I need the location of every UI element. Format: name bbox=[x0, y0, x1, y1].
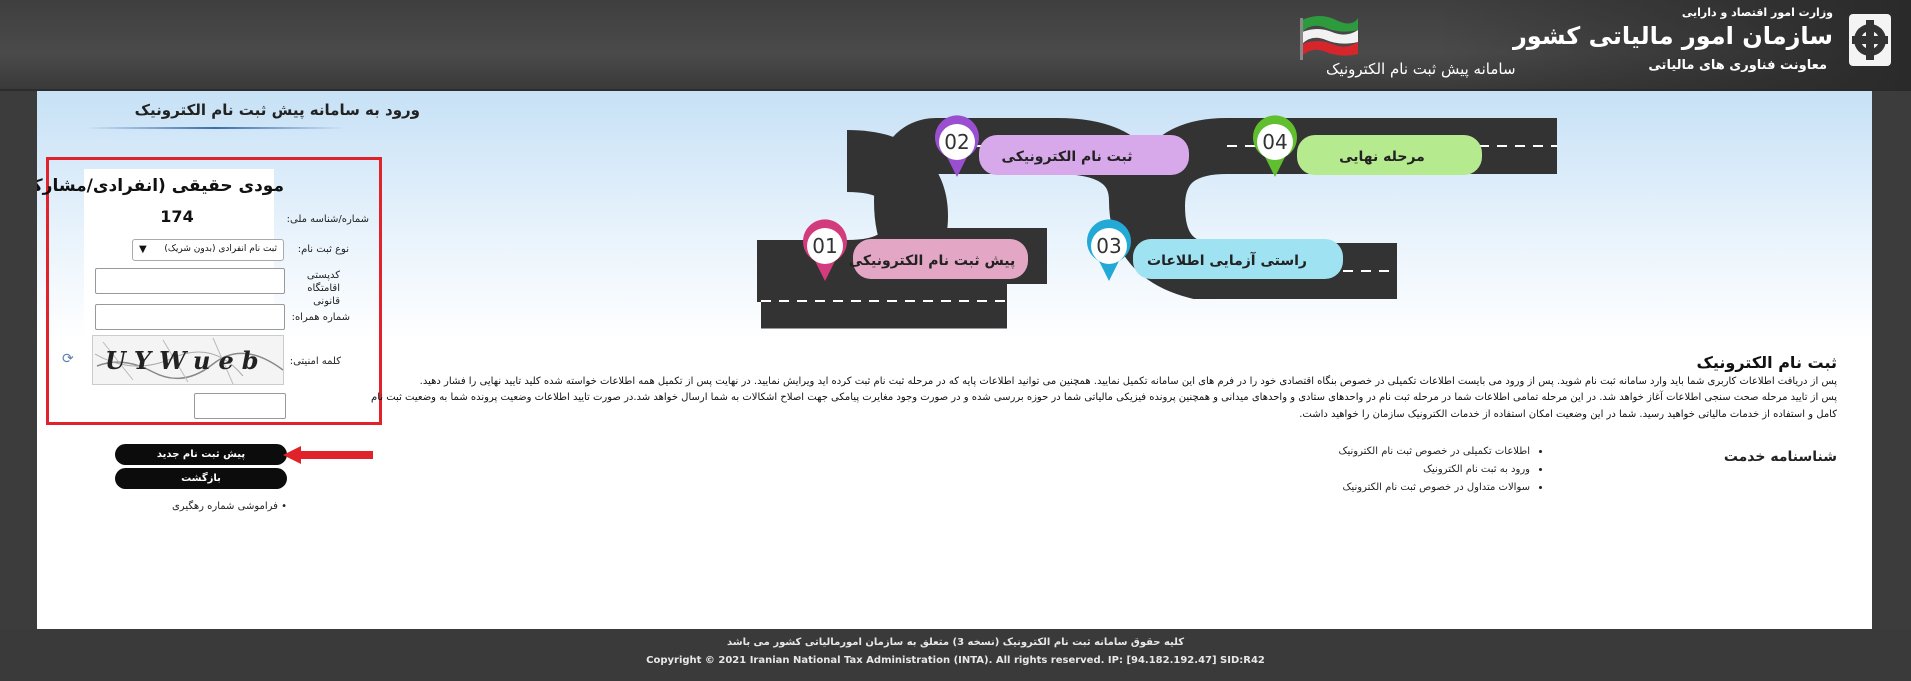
tax-organization-logo bbox=[1849, 14, 1891, 66]
step-03-number: 03 bbox=[1096, 234, 1121, 258]
forgot-tracking-link[interactable]: • فراموشی شماره رهگیری bbox=[127, 501, 287, 512]
iran-flag-icon bbox=[1300, 16, 1358, 60]
tin-label: شماره/شناسه ملی: bbox=[286, 214, 369, 225]
step-02-label: ثبت نام الکترونیکی bbox=[1002, 149, 1133, 165]
step-01-label: پیش ثبت نام الکترونیکی bbox=[849, 253, 1016, 269]
step-01-number: 01 bbox=[812, 234, 837, 258]
registration-type-label: نوع ثبت نام: bbox=[297, 244, 349, 255]
info-paragraph-1: پس از دریافت اطلاعات کاربری شما باید وار… bbox=[419, 376, 1837, 387]
link-faq[interactable]: سوالات متداول در خصوص ثبت نام الکترونیک bbox=[1339, 479, 1530, 497]
captcha-label: کلمه امنیتی: bbox=[289, 356, 341, 367]
footer-copyright: Copyright © 2021 Iranian National Tax Ad… bbox=[646, 655, 1265, 666]
info-paragraph-2: پس از تایید مرحله صحت سنجی اطلاعات آغاز … bbox=[371, 392, 1837, 403]
refresh-captcha-icon[interactable]: ⟳ bbox=[62, 351, 78, 367]
mobile-label: شماره همراه: bbox=[291, 312, 350, 323]
service-title: شناسنامه خدمت bbox=[1723, 449, 1837, 465]
chevron-down-icon: ▼ bbox=[139, 244, 147, 255]
captcha-image: UYWueb bbox=[92, 335, 284, 385]
registration-type-value: ثبت نام انفرادی (بدون شریک) bbox=[164, 244, 277, 254]
back-button[interactable]: بازگشت bbox=[115, 468, 287, 489]
captcha-input[interactable] bbox=[194, 393, 286, 419]
registration-type-select[interactable]: ثبت نام انفرادی (بدون شریک) ▼ bbox=[132, 239, 284, 261]
site-header: وزارت امور اقتصاد و دارایی سازمان امور م… bbox=[0, 0, 1911, 91]
deputy-name: معاونت فناوری های مالیاتی bbox=[1648, 58, 1827, 73]
pointer-arrow-icon bbox=[283, 446, 373, 464]
system-title: سامانه پیش ثبت نام الکترونیک bbox=[1326, 60, 1516, 78]
info-paragraph-3: کامل و استفاده از خدمات مالیاتی خواهید ر… bbox=[1299, 409, 1837, 420]
title-divider bbox=[85, 127, 345, 129]
main-content: ورود به سامانه پیش ثبت نام الکترونیک مود… bbox=[37, 91, 1872, 629]
link-login-registration[interactable]: ورود به ثبت نام الکترونیک bbox=[1339, 461, 1530, 479]
ministry-name: وزارت امور اقتصاد و دارایی bbox=[1681, 6, 1833, 19]
link-complementary-info[interactable]: اطلاعات تکمیلی در خصوص ثبت نام الکترونیک bbox=[1339, 443, 1530, 461]
site-footer: کلیه حقوق سامانه ثبت نام الکترونیک (نسخه… bbox=[0, 629, 1911, 681]
step-04-number: 04 bbox=[1262, 130, 1287, 154]
registration-steps-graphic: 01 02 03 04 پیش ثبت نام الکترونیکی ثبت ن… bbox=[757, 115, 1557, 329]
organization-title: سازمان امور مالیاتی کشور bbox=[1512, 22, 1834, 50]
step-04-label: مرحله نهایی bbox=[1339, 149, 1425, 165]
person-type-title: مودی حقیقی (انفرادی/مشارکت) bbox=[37, 176, 284, 196]
mobile-input[interactable] bbox=[95, 304, 285, 330]
new-pre-registration-button[interactable]: پیش ثبت نام جدید bbox=[115, 444, 287, 465]
tin-value: 174 bbox=[160, 207, 194, 226]
info-title: ثبت نام الکترونیک bbox=[1696, 353, 1837, 372]
step-03-label: راستی آزمایی اطلاعات bbox=[1147, 251, 1307, 269]
postal-code-label: کدپستی اقامتگاه قانونی bbox=[306, 270, 340, 307]
footer-rights: کلیه حقوق سامانه ثبت نام الکترونیک (نسخه… bbox=[726, 637, 1185, 648]
step-02-number: 02 bbox=[944, 130, 969, 154]
postal-code-input[interactable] bbox=[95, 268, 285, 294]
captcha-text: UYWueb bbox=[105, 346, 267, 375]
login-title: ورود به سامانه پیش ثبت نام الکترونیک bbox=[134, 101, 420, 119]
info-links: اطلاعات تکمیلی در خصوص ثبت نام الکترونیک… bbox=[1339, 443, 1542, 497]
